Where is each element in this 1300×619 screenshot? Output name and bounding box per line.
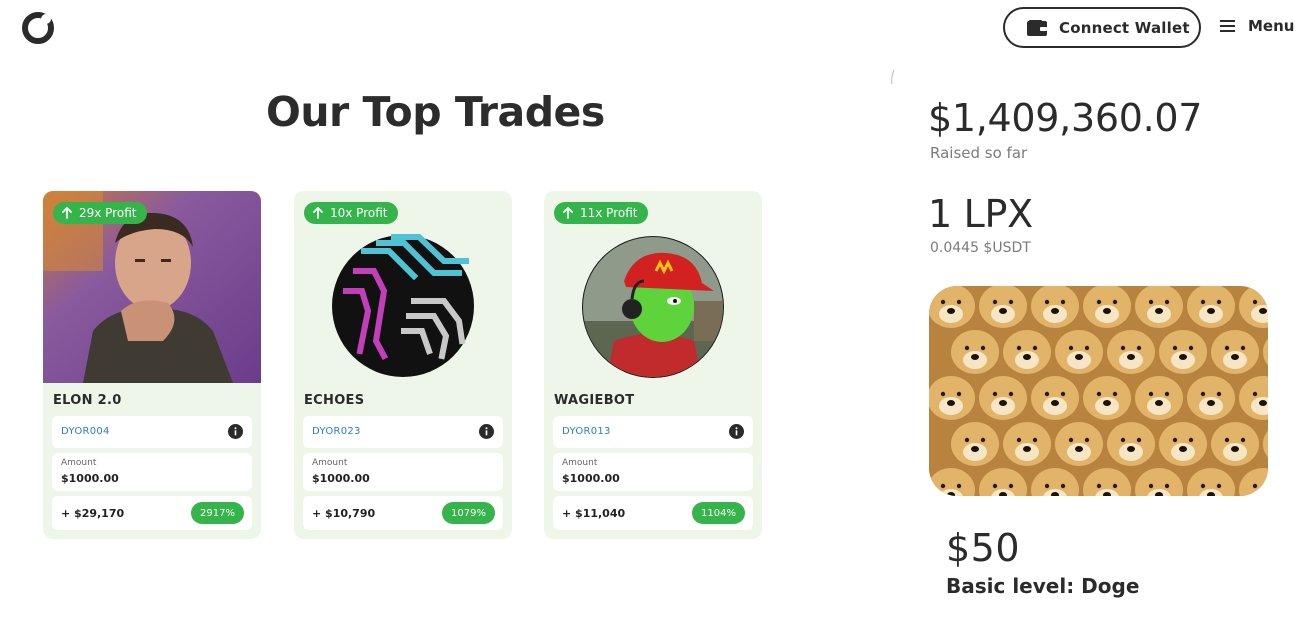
doge-tier-image[interactable] (929, 286, 1268, 496)
profit-badge: 10x Profit (304, 202, 398, 224)
token-unit: 1 LPX (928, 192, 1033, 236)
menu-button[interactable]: Menu (1220, 17, 1294, 35)
info-icon[interactable] (228, 424, 243, 439)
tier-level: Basic level: Doge (946, 574, 1140, 598)
profit-badge: 29x Profit (53, 202, 147, 224)
amount-label: Amount (312, 458, 348, 468)
arrow-up-icon (313, 207, 323, 219)
trade-code-row: DYOR023 (303, 416, 503, 448)
trade-amount-row: Amount $1000.00 (553, 453, 753, 491)
amount-value: $1000.00 (61, 472, 119, 485)
gain-value: + $29,170 (61, 507, 125, 520)
amount-value: $1000.00 (312, 472, 370, 485)
amount-value: $1000.00 (562, 472, 620, 485)
gain-value: + $10,790 (312, 507, 376, 520)
trade-card[interactable]: 11x Profit WAGIEBOT DYOR013 Amount $1000… (544, 191, 762, 539)
trade-amount-row: Amount $1000.00 (303, 453, 503, 491)
trade-code: DYOR013 (562, 426, 611, 437)
raised-amount: $1,409,360.07 (928, 96, 1203, 140)
info-icon[interactable] (729, 424, 744, 439)
wallet-icon (1027, 19, 1047, 36)
amount-label: Amount (562, 458, 598, 468)
trade-gain-row: + $11,040 1104% (553, 496, 753, 530)
profit-badge-label: 10x Profit (330, 206, 388, 220)
info-icon[interactable] (479, 424, 494, 439)
decorative-mark (891, 70, 895, 84)
trade-amount-row: Amount $1000.00 (52, 453, 252, 491)
gain-value: + $11,040 (562, 507, 626, 520)
percent-badge: 2917% (191, 502, 244, 524)
trade-name: ECHOES (304, 393, 365, 408)
section-title: Our Top Trades (266, 88, 605, 136)
arrow-up-icon (563, 207, 573, 219)
token-price: 0.0445 $USDT (930, 240, 1031, 256)
trade-gain-row: + $10,790 1079% (303, 496, 503, 530)
trade-code-row: DYOR013 (553, 416, 753, 448)
trade-card[interactable]: 29x Profit ELON 2.0 DYOR004 Amount $1000… (43, 191, 261, 539)
tier-price: $50 (946, 526, 1021, 570)
hamburger-icon (1220, 20, 1235, 32)
logo-icon[interactable] (20, 10, 56, 46)
trade-code-row: DYOR004 (52, 416, 252, 448)
percent-badge: 1079% (442, 502, 495, 524)
trade-code: DYOR004 (61, 426, 110, 437)
connect-wallet-button[interactable]: Connect Wallet (1003, 7, 1201, 48)
connect-wallet-label: Connect Wallet (1059, 18, 1190, 37)
profit-badge-label: 11x Profit (580, 206, 638, 220)
trade-gain-row: + $29,170 2917% (52, 496, 252, 530)
menu-label: Menu (1248, 17, 1295, 35)
percent-badge: 1104% (692, 502, 745, 524)
arrow-up-icon (62, 207, 72, 219)
profit-badge-label: 29x Profit (79, 206, 137, 220)
trade-name: ELON 2.0 (53, 393, 122, 408)
trade-card[interactable]: 10x Profit ECHOES DYOR023 Amount $1000.0… (294, 191, 512, 539)
profit-badge: 11x Profit (554, 202, 648, 224)
amount-label: Amount (61, 458, 97, 468)
raised-label: Raised so far (930, 144, 1028, 162)
trade-name: WAGIEBOT (554, 393, 635, 408)
trade-code: DYOR023 (312, 426, 361, 437)
